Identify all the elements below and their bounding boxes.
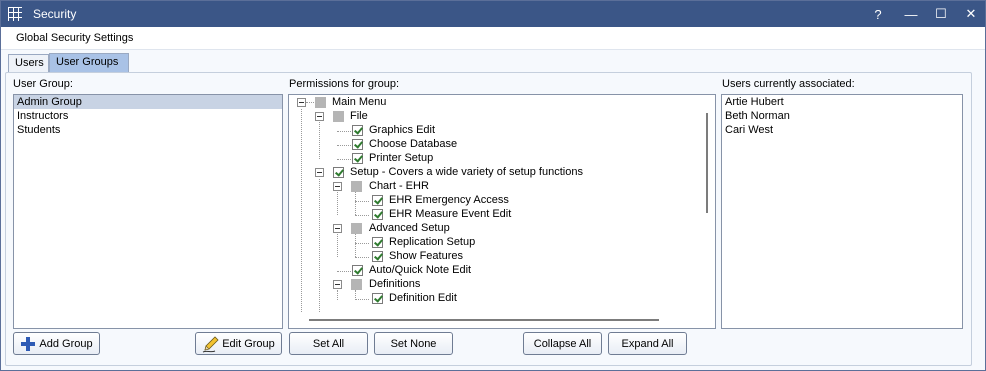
tree-line — [337, 234, 338, 257]
list-item[interactable]: Students — [14, 123, 282, 137]
tree-line — [355, 234, 356, 257]
checkbox-advanced-setup[interactable] — [351, 223, 362, 234]
tab-users[interactable]: Users — [8, 54, 49, 72]
security-window: Security ? — ☐ ✕ Global Security Setting… — [0, 0, 986, 371]
collapse-all-button[interactable]: Collapse All — [523, 332, 602, 355]
checkbox-auto-quick-note-edit[interactable] — [352, 265, 363, 276]
tree-line — [355, 257, 369, 258]
tree-line — [355, 243, 369, 244]
checkbox-graphics-edit[interactable] — [352, 125, 363, 136]
tree-line — [337, 159, 351, 160]
tree-line — [301, 109, 302, 314]
collapse-expander-icon[interactable] — [333, 224, 342, 233]
tree-line — [337, 131, 351, 132]
checkbox-ehr-emergency-access[interactable] — [372, 195, 383, 206]
associated-users-list[interactable]: Artie Hubert Beth Norman Cari West — [721, 94, 963, 329]
checkbox-definitions[interactable] — [351, 279, 362, 290]
tree-node-label: Show Features — [389, 250, 463, 262]
tree-node-label: Setup - Covers a wide variety of setup f… — [350, 166, 583, 178]
permissions-tree[interactable]: Main Menu File Graphics Edit Choose Data… — [288, 94, 716, 329]
tree-line — [355, 299, 369, 300]
edit-group-button[interactable]: Edit Group — [195, 332, 282, 355]
collapse-expander-icon[interactable] — [315, 112, 324, 121]
tree-node-label: File — [350, 110, 368, 122]
checkbox-choose-database[interactable] — [352, 139, 363, 150]
tree-line — [355, 215, 369, 216]
add-group-button[interactable]: Add Group — [13, 332, 100, 355]
list-item[interactable]: Instructors — [14, 109, 282, 123]
tree-line — [319, 179, 320, 314]
tab-user-groups[interactable]: User Groups — [49, 53, 129, 72]
checkbox-setup[interactable] — [333, 167, 344, 178]
permissions-label: Permissions for group: — [289, 78, 400, 90]
list-item[interactable]: Artie Hubert — [722, 95, 962, 109]
user-group-label: User Group: — [13, 78, 73, 90]
checkbox-definition-edit[interactable] — [372, 293, 383, 304]
collapse-expander-icon[interactable] — [333, 182, 342, 191]
set-none-button[interactable]: Set None — [374, 332, 453, 355]
list-item[interactable]: Admin Group — [14, 95, 282, 109]
list-item[interactable]: Beth Norman — [722, 109, 962, 123]
tree-line — [306, 102, 314, 103]
checkbox-printer-setup[interactable] — [352, 153, 363, 164]
tree-node-label: Auto/Quick Note Edit — [369, 264, 472, 276]
plus-icon — [21, 336, 36, 351]
minimize-button[interactable]: — — [899, 4, 923, 24]
vertical-scrollbar[interactable] — [699, 95, 715, 312]
checkbox-show-features[interactable] — [372, 251, 383, 262]
pencil-icon — [202, 335, 219, 352]
collapse-expander-icon[interactable] — [297, 98, 306, 107]
edit-group-label: Edit Group — [222, 337, 275, 350]
help-button[interactable]: ? — [866, 4, 890, 24]
users-associated-label: Users currently associated: — [722, 78, 855, 90]
tree-node-label: Main Menu — [332, 96, 387, 108]
tree-node-label: EHR Emergency Access — [389, 194, 509, 206]
checkbox-replication-setup[interactable] — [372, 237, 383, 248]
menu-bar: Global Security Settings — [1, 27, 985, 50]
tree-node-label: Advanced Setup — [369, 222, 450, 234]
tree-node-label: Definitions — [369, 278, 421, 290]
maximize-button[interactable]: ☐ — [929, 4, 953, 24]
tree-line — [319, 122, 320, 159]
tree-node-label: EHR Measure Event Edit — [389, 208, 512, 220]
checkbox-main-menu[interactable] — [315, 97, 326, 108]
expand-all-button[interactable]: Expand All — [608, 332, 687, 355]
scroll-thumb[interactable] — [706, 113, 708, 213]
checkbox-chart-ehr[interactable] — [351, 181, 362, 192]
menu-global-security-settings[interactable]: Global Security Settings — [16, 32, 133, 44]
tree-line — [337, 192, 338, 215]
tree-node-label: Definition Edit — [389, 292, 457, 304]
list-item[interactable]: Cari West — [722, 123, 962, 137]
grid-app-icon — [8, 7, 23, 22]
tree-node-label: Replication Setup — [389, 236, 476, 248]
add-group-label: Add Group — [39, 337, 93, 350]
tree-line — [355, 201, 369, 202]
collapse-expander-icon[interactable] — [333, 280, 342, 289]
close-button[interactable]: ✕ — [959, 4, 983, 24]
checkbox-ehr-measure-event-edit[interactable] — [372, 209, 383, 220]
title-bar[interactable]: Security ? — ☐ ✕ — [1, 1, 985, 27]
tree-node-label: Printer Setup — [369, 152, 434, 164]
scroll-thumb[interactable] — [309, 319, 659, 321]
tree-line — [355, 192, 356, 215]
tree-line — [337, 271, 351, 272]
window-title: Security — [33, 7, 77, 21]
tree-line — [337, 290, 338, 300]
tree-node-label: Graphics Edit — [369, 124, 436, 136]
tree-node-label: Chart - EHR — [369, 180, 429, 192]
horizontal-scrollbar[interactable] — [289, 312, 715, 328]
tree-node-label: Choose Database — [369, 138, 458, 150]
tree-line — [337, 145, 351, 146]
checkbox-file[interactable] — [333, 111, 344, 122]
set-all-button[interactable]: Set All — [289, 332, 368, 355]
user-group-list[interactable]: Admin Group Instructors Students — [13, 94, 283, 329]
collapse-expander-icon[interactable] — [315, 168, 324, 177]
